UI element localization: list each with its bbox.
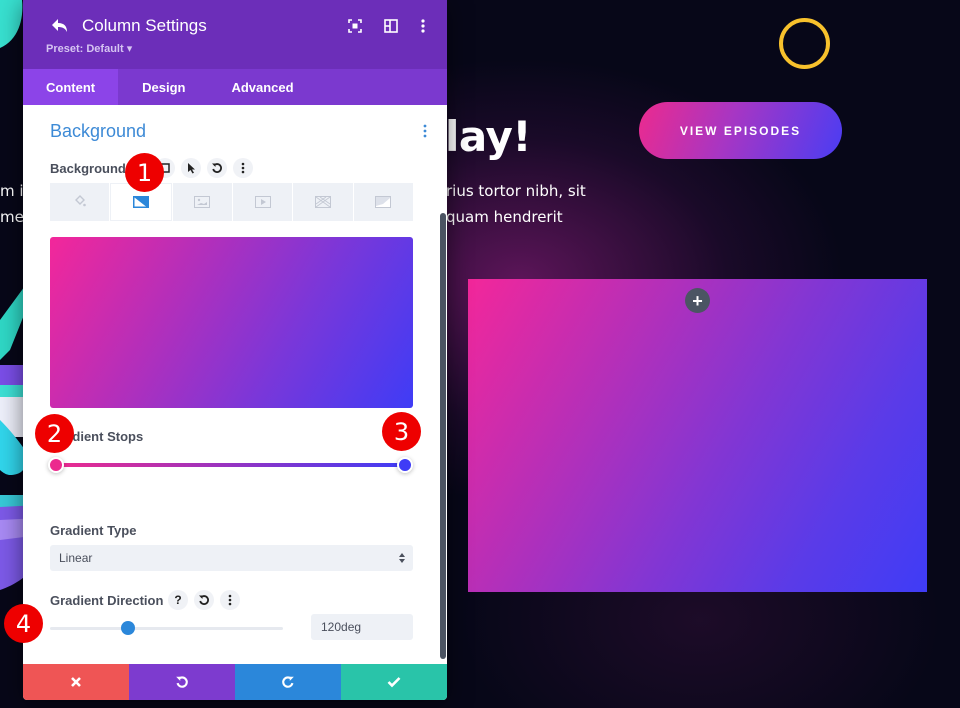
video-icon xyxy=(254,196,271,208)
section-options-icon[interactable] xyxy=(421,124,429,138)
add-module-button[interactable]: + xyxy=(685,288,710,313)
gradient-type-select[interactable]: Linear xyxy=(50,545,413,571)
bg-type-mask[interactable] xyxy=(353,183,413,221)
cancel-button[interactable] xyxy=(23,664,129,700)
help-button[interactable]: ? xyxy=(168,590,188,610)
gradient-type-label: Gradient Type xyxy=(50,523,137,538)
redo-icon xyxy=(282,676,294,688)
hover-button[interactable] xyxy=(181,158,201,178)
select-arrows-icon xyxy=(399,553,405,563)
annotation-badge: 1 xyxy=(125,153,164,192)
panel-header: Column Settings Preset: Default ▾ xyxy=(23,0,447,69)
hero-heading: lay! xyxy=(445,112,531,161)
panel-footer xyxy=(23,664,447,700)
gradient-icon xyxy=(132,196,149,208)
panel-scrollbar[interactable] xyxy=(440,213,446,659)
gradient-direction-input[interactable] xyxy=(311,614,413,640)
gradient-direction-label: Gradient Direction xyxy=(50,593,164,608)
panel-title: Column Settings xyxy=(82,16,207,35)
bg-type-video[interactable] xyxy=(232,183,293,221)
redo-button[interactable] xyxy=(235,664,341,700)
reset-icon xyxy=(212,163,222,173)
hero-text-left-line: m i xyxy=(0,182,24,200)
preset-selector[interactable]: Preset: Default ▾ xyxy=(46,42,132,55)
gradient-type-value: Linear xyxy=(59,551,93,565)
hero-text-line: rius tortor nibh, sit xyxy=(446,182,586,200)
tab-design[interactable]: Design xyxy=(118,69,208,105)
column-settings-panel: Column Settings Preset: Default ▾ Conten… xyxy=(23,0,447,700)
paint-bucket-icon xyxy=(74,195,86,207)
background-type-tabs xyxy=(50,183,413,221)
kebab-icon xyxy=(241,162,245,174)
gradient-preview xyxy=(50,237,413,408)
tab-content[interactable]: Content xyxy=(23,69,119,105)
plus-icon: + xyxy=(692,290,703,311)
close-icon xyxy=(71,677,81,687)
field-options-button[interactable] xyxy=(233,158,253,178)
panel-body: Background Background Gradient Stops Gra… xyxy=(23,105,447,664)
decorative-ring xyxy=(779,18,830,69)
help-icon: ? xyxy=(174,593,182,607)
split-view-icon[interactable] xyxy=(383,18,399,34)
gradient-stop-start[interactable] xyxy=(48,457,64,473)
kebab-icon xyxy=(228,594,232,606)
section-title[interactable]: Background xyxy=(50,121,146,142)
gradient-stop-end[interactable] xyxy=(397,457,413,473)
gradient-direction-slider-thumb[interactable] xyxy=(120,621,135,635)
cursor-icon xyxy=(188,163,195,174)
gradient-direction-slider[interactable] xyxy=(50,627,283,630)
background-label: Background xyxy=(50,161,126,176)
annotation-badge: 2 xyxy=(35,414,74,453)
undo-button[interactable] xyxy=(129,664,235,700)
back-arrow-icon[interactable] xyxy=(50,17,70,35)
mask-icon xyxy=(375,196,392,208)
view-episodes-button[interactable]: VIEW EPISODES xyxy=(639,102,842,159)
checkmark-icon xyxy=(387,677,401,688)
bg-type-pattern[interactable] xyxy=(293,183,353,221)
gradient-stops-track[interactable] xyxy=(56,463,406,467)
reset-icon xyxy=(199,595,209,605)
focus-mode-icon[interactable] xyxy=(347,18,363,34)
annotation-badge: 3 xyxy=(382,412,421,451)
annotation-badge: 4 xyxy=(4,604,43,643)
hero-text-line: quam hendrerit xyxy=(446,208,563,226)
pattern-icon xyxy=(314,196,331,208)
tab-advanced[interactable]: Advanced xyxy=(208,69,316,105)
direction-reset-button[interactable] xyxy=(194,590,214,610)
bg-type-color[interactable] xyxy=(50,183,110,221)
column-gradient-preview[interactable] xyxy=(468,279,927,592)
direction-options-button[interactable] xyxy=(220,590,240,610)
image-icon xyxy=(194,196,211,208)
undo-icon xyxy=(176,676,188,688)
panel-tabs: Content Design Advanced xyxy=(23,69,447,105)
save-button[interactable] xyxy=(341,664,447,700)
bg-type-image[interactable] xyxy=(172,183,232,221)
more-options-icon[interactable] xyxy=(415,18,431,34)
reset-button[interactable] xyxy=(207,158,227,178)
